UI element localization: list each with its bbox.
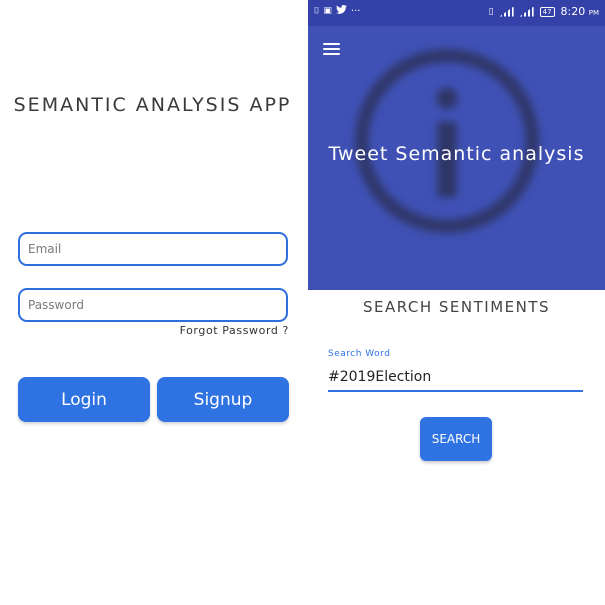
search-button[interactable]: SEARCH: [420, 417, 492, 461]
image-icon: ▣: [323, 6, 332, 16]
signup-button[interactable]: Signup: [157, 377, 289, 422]
vibrate-icon: ▯: [488, 6, 494, 17]
clock-ampm: PM: [588, 9, 599, 17]
section-title: SEARCH SENTIMENTS: [362, 298, 551, 316]
header-title: Tweet Semantic analysis: [328, 143, 585, 165]
email-field[interactable]: [18, 232, 288, 266]
info-icon: [354, 48, 540, 234]
forgot-password-link[interactable]: Forgot Password ?: [180, 324, 289, 337]
status-left-icons: ⌷ ▣ ···: [314, 5, 360, 17]
login-button[interactable]: Login: [18, 377, 150, 422]
search-screen: ⌷ ▣ ··· ▯ 47 8:20 PM Tweet Semantic anal…: [308, 0, 605, 605]
login-screen: SEMANTIC ANALYSIS APP Forgot Password ? …: [0, 0, 305, 605]
app-title: SEMANTIC ANALYSIS APP: [13, 94, 292, 116]
password-field[interactable]: [18, 288, 288, 322]
status-bar: ⌷ ▣ ··· ▯ 47 8:20 PM: [308, 0, 605, 26]
clock-time: 8:20: [560, 5, 586, 18]
signal-icon: [520, 7, 534, 17]
search-word-label: Search Word: [328, 349, 391, 359]
twitter-icon: [336, 5, 347, 17]
signal-icon: [500, 7, 514, 17]
more-icon: ···: [350, 5, 361, 17]
clock: 8:20 PM: [561, 5, 599, 18]
app-header: Tweet Semantic analysis: [308, 26, 605, 290]
notification-icon: ⌷: [314, 6, 320, 16]
hamburger-menu-icon[interactable]: [323, 43, 340, 56]
battery-icon: 47: [539, 6, 555, 17]
status-right-icons: ▯ 47 8:20 PM: [489, 5, 599, 18]
search-word-input[interactable]: [328, 364, 583, 392]
